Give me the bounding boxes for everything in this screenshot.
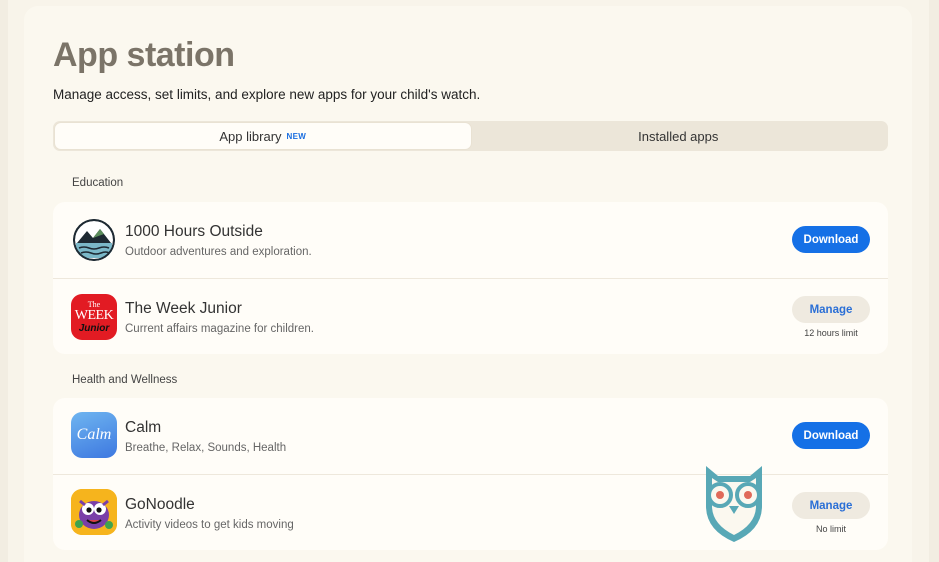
time-limit-label: No limit [815,524,846,534]
app-description: Current affairs magazine for children. [125,323,314,335]
tab-label: Installed apps [638,128,719,144]
app-name: GoNoodle [125,496,195,513]
app-description: Breathe, Relax, Sounds, Health [125,442,287,454]
week-junior-logo: The WEEK Junior [71,294,117,340]
app-info: The Week Junior Current affairs magazine… [125,279,314,335]
new-badge: NEW [286,131,307,141]
calm-logo: Calm [71,412,117,458]
section-label-health-wellness: Health and Wellness [72,374,178,386]
manage-button[interactable]: Manage [792,492,870,519]
app-info: Calm Breathe, Relax, Sounds, Health [125,398,286,454]
tab-label: App library [219,128,282,144]
tab-app-library[interactable]: App library NEW [55,123,471,149]
app-description: Outdoor adventures and exploration. [125,246,312,258]
app-name: 1000 Hours Outside [125,223,263,240]
list-item: 1000 Hours Outside Outdoor adventures an… [53,202,888,278]
list-item: The WEEK Junior The Week Junior Current … [53,278,888,354]
owl-watermark-icon [698,462,770,546]
download-button[interactable]: Download [792,422,870,449]
mountain-lake-icon [73,219,115,261]
section-label-education: Education [72,177,124,189]
app-info: 1000 Hours Outside Outdoor adventures an… [125,202,312,258]
app-name: The Week Junior [125,300,242,317]
tab-bar: App library NEW Installed apps [53,121,888,151]
gonoodle-character-icon [71,489,117,535]
tab-installed-apps[interactable]: Installed apps [471,123,887,149]
page-title: App station [53,36,235,74]
education-app-list: 1000 Hours Outside Outdoor adventures an… [53,202,888,354]
app-info: GoNoodle Activity videos to get kids mov… [125,475,294,531]
page-subtitle: Manage access, set limits, and explore n… [53,87,481,102]
time-limit-label: 12 hours limit [804,328,858,338]
download-button[interactable]: Download [792,226,870,253]
app-description: Activity videos to get kids moving [125,519,294,531]
manage-button[interactable]: Manage [792,296,870,323]
app-name: Calm [125,419,162,436]
